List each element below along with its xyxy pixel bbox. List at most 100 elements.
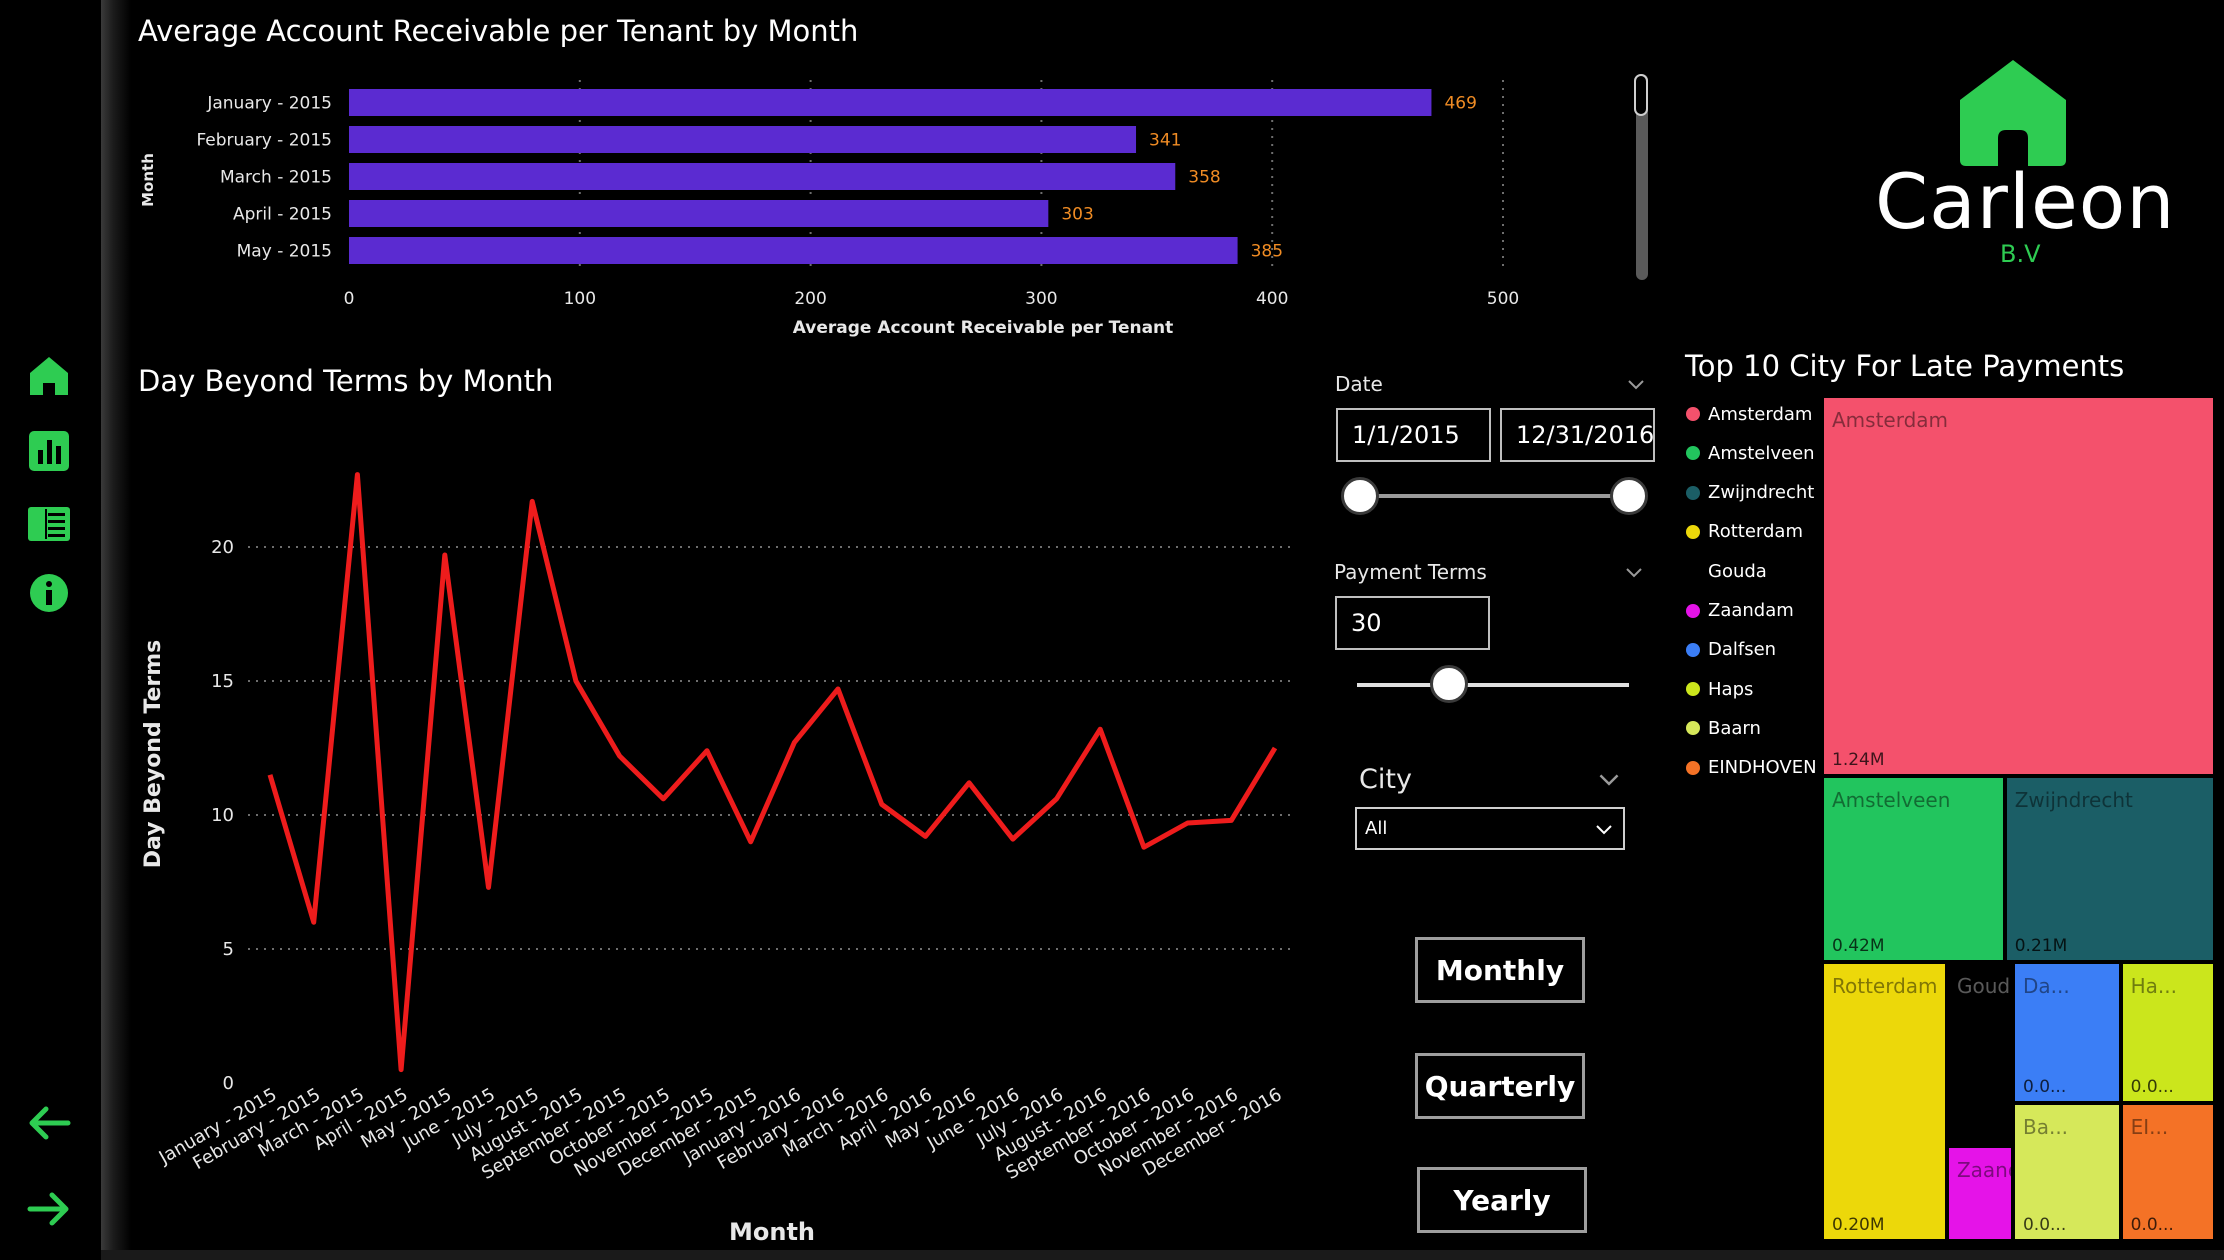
- date-slider-end-handle[interactable]: [1610, 477, 1648, 515]
- legend-item[interactable]: Baarn: [1686, 716, 1761, 740]
- bar[interactable]: [349, 237, 1238, 264]
- date-end-input[interactable]: 12/31/2016: [1500, 408, 1655, 462]
- bar[interactable]: [349, 163, 1176, 190]
- treemap-cell[interactable]: EI... 0.0...: [2120, 1103, 2215, 1241]
- payment-terms-label: Payment Terms: [1334, 560, 1487, 584]
- monthly-button[interactable]: Monthly: [1415, 937, 1585, 1003]
- bar-data-label: 469: [1444, 94, 1476, 114]
- bar[interactable]: [349, 126, 1137, 153]
- treemap-cell-name: Zaand...: [1956, 1158, 2011, 1183]
- treemap-cell[interactable]: Amstelveen 0.42M: [1822, 776, 2005, 963]
- legend-label: Baarn: [1708, 717, 1761, 739]
- city-slicer-label: City: [1359, 764, 1412, 795]
- bar-category-label: April - 2015: [233, 205, 332, 225]
- sidebar: [0, 0, 101, 1260]
- date-start-input[interactable]: 1/1/2015: [1336, 408, 1491, 462]
- bar-category-label: January - 2015: [206, 94, 332, 114]
- bar-scrollbar-thumb[interactable]: [1634, 74, 1648, 116]
- legend-label: Dalfsen: [1708, 639, 1777, 661]
- bar-y-axis-label: Month: [139, 153, 157, 207]
- logo-wordmark: Carleon: [1875, 157, 2176, 246]
- bar-data-label: 358: [1188, 168, 1220, 188]
- home-icon[interactable]: [26, 353, 72, 399]
- legend-item[interactable]: Zwijndrecht: [1686, 481, 1814, 505]
- treemap-cell[interactable]: Gouda: [1946, 962, 2013, 1147]
- legend-item[interactable]: Gouda: [1686, 559, 1767, 583]
- bar-chart: January - 2015 February - 2015 March - 201…: [139, 80, 1519, 338]
- line-y-tick-label: 10: [211, 805, 234, 826]
- bar-x-tick-label: 200: [794, 289, 826, 309]
- bar[interactable]: [349, 89, 1432, 116]
- treemap-cell-value: 0.0...: [2022, 1214, 2067, 1235]
- legend-label: Haps: [1708, 678, 1754, 700]
- legend-item[interactable]: Dalfsen: [1686, 638, 1776, 662]
- treemap-cell-name: Zwijndrecht: [2014, 788, 2133, 813]
- info-icon[interactable]: [26, 570, 72, 616]
- treemap-cell-name: Gouda: [1956, 974, 2011, 999]
- bar-x-tick-label: 400: [1256, 289, 1288, 309]
- treemap-cell[interactable]: Ha... 0.0...: [2120, 962, 2215, 1104]
- line-y-tick-label: 20: [211, 537, 234, 558]
- treemap-cell-name: Ba...: [2022, 1115, 2069, 1140]
- quarterly-button[interactable]: Quarterly: [1415, 1053, 1585, 1119]
- bar-x-axis-label: Average Account Receivable per Tenant: [793, 318, 1174, 338]
- city-chevron-down-icon[interactable]: [1598, 768, 1620, 790]
- bar[interactable]: [349, 200, 1049, 227]
- treemap-cell[interactable]: Rotterdam 0.20M: [1822, 962, 1947, 1241]
- line-chart: 05101520 January - 2015February - 2015Ma…: [141, 472, 1290, 1246]
- legend-swatch: [1686, 485, 1700, 500]
- treemap-title: Top 10 City For Late Payments: [1685, 349, 2125, 383]
- treemap-cell-value: 0.20M: [1832, 1214, 1885, 1235]
- legend-item[interactable]: Rotterdam: [1686, 520, 1803, 544]
- date-slicer-label: Date: [1335, 372, 1383, 396]
- payment-terms-slider-handle[interactable]: [1430, 665, 1469, 703]
- treemap-cell-name: Rotterdam: [1832, 974, 1938, 999]
- bar-data-label: 341: [1149, 131, 1181, 151]
- bar-category-label: March - 2015: [220, 168, 332, 188]
- line-y-tick-label: 15: [211, 671, 234, 692]
- line-y-axis-label: Day Beyond Terms: [141, 640, 166, 869]
- treemap-cell-name: Ha...: [2130, 974, 2177, 999]
- logo-house-icon: [1960, 60, 2086, 170]
- city-dropdown-value: All: [1365, 818, 1388, 839]
- legend-item[interactable]: Amsterdam: [1686, 402, 1812, 426]
- payment-terms-input[interactable]: 30: [1335, 596, 1490, 650]
- legend-item[interactable]: EINDHOVEN: [1686, 756, 1817, 780]
- treemap-cell[interactable]: Zwijndrecht 0.21M: [2004, 776, 2215, 963]
- bar-x-tick-label: 300: [1025, 289, 1057, 309]
- date-chevron-down-icon[interactable]: [1627, 375, 1645, 393]
- yearly-button[interactable]: Yearly: [1417, 1167, 1587, 1233]
- treemap-cell[interactable]: Zaand...: [1946, 1146, 2013, 1241]
- date-slider-start-handle[interactable]: [1341, 477, 1379, 515]
- arrow-right-icon[interactable]: [26, 1186, 72, 1232]
- legend-item[interactable]: Amstelveen: [1686, 441, 1815, 465]
- treemap-cell-value: 0.42M: [1832, 936, 1885, 957]
- details-icon[interactable]: [26, 501, 72, 547]
- legend-swatch: [1686, 446, 1700, 461]
- legend-label: Gouda: [1708, 560, 1767, 582]
- bar-x-tick-label: 0: [344, 289, 355, 309]
- line-x-axis-label: Month: [729, 1218, 815, 1246]
- treemap: Amsterdam 1.24M Amstelveen 0.42M Zwijndrecht…: [1822, 396, 2215, 1241]
- payment-terms-slider-track: [1357, 683, 1629, 687]
- treemap-cell[interactable]: Da... 0.0...: [2012, 962, 2121, 1104]
- bar-chart-title: Average Account Receivable per Tenant by…: [138, 14, 859, 48]
- legend-item[interactable]: Haps: [1686, 677, 1753, 701]
- legend-item[interactable]: Zaandam: [1686, 599, 1794, 623]
- bar-category-label: May - 2015: [237, 242, 332, 262]
- legend-label: Amsterdam: [1708, 403, 1813, 425]
- bar-category-label: February - 2015: [196, 131, 332, 151]
- treemap-cell[interactable]: Ba... 0.0...: [2012, 1103, 2121, 1241]
- legend-swatch: [1686, 564, 1700, 579]
- treemap-cell-name: Amsterdam: [1832, 408, 1949, 432]
- city-dropdown[interactable]: All: [1355, 807, 1625, 850]
- line-y-tick-label: 0: [223, 1073, 234, 1094]
- treemap-cell[interactable]: Amsterdam 1.24M: [1822, 396, 2215, 777]
- line-series: [267, 472, 1278, 1073]
- bar-chart-icon[interactable]: [26, 428, 72, 474]
- arrow-left-icon[interactable]: [26, 1100, 72, 1146]
- legend-swatch: [1686, 524, 1700, 539]
- treemap-cell-value: 0.0...: [2130, 1077, 2174, 1098]
- payment-terms-chevron-down-icon[interactable]: [1625, 563, 1643, 581]
- legend-swatch: [1686, 721, 1700, 736]
